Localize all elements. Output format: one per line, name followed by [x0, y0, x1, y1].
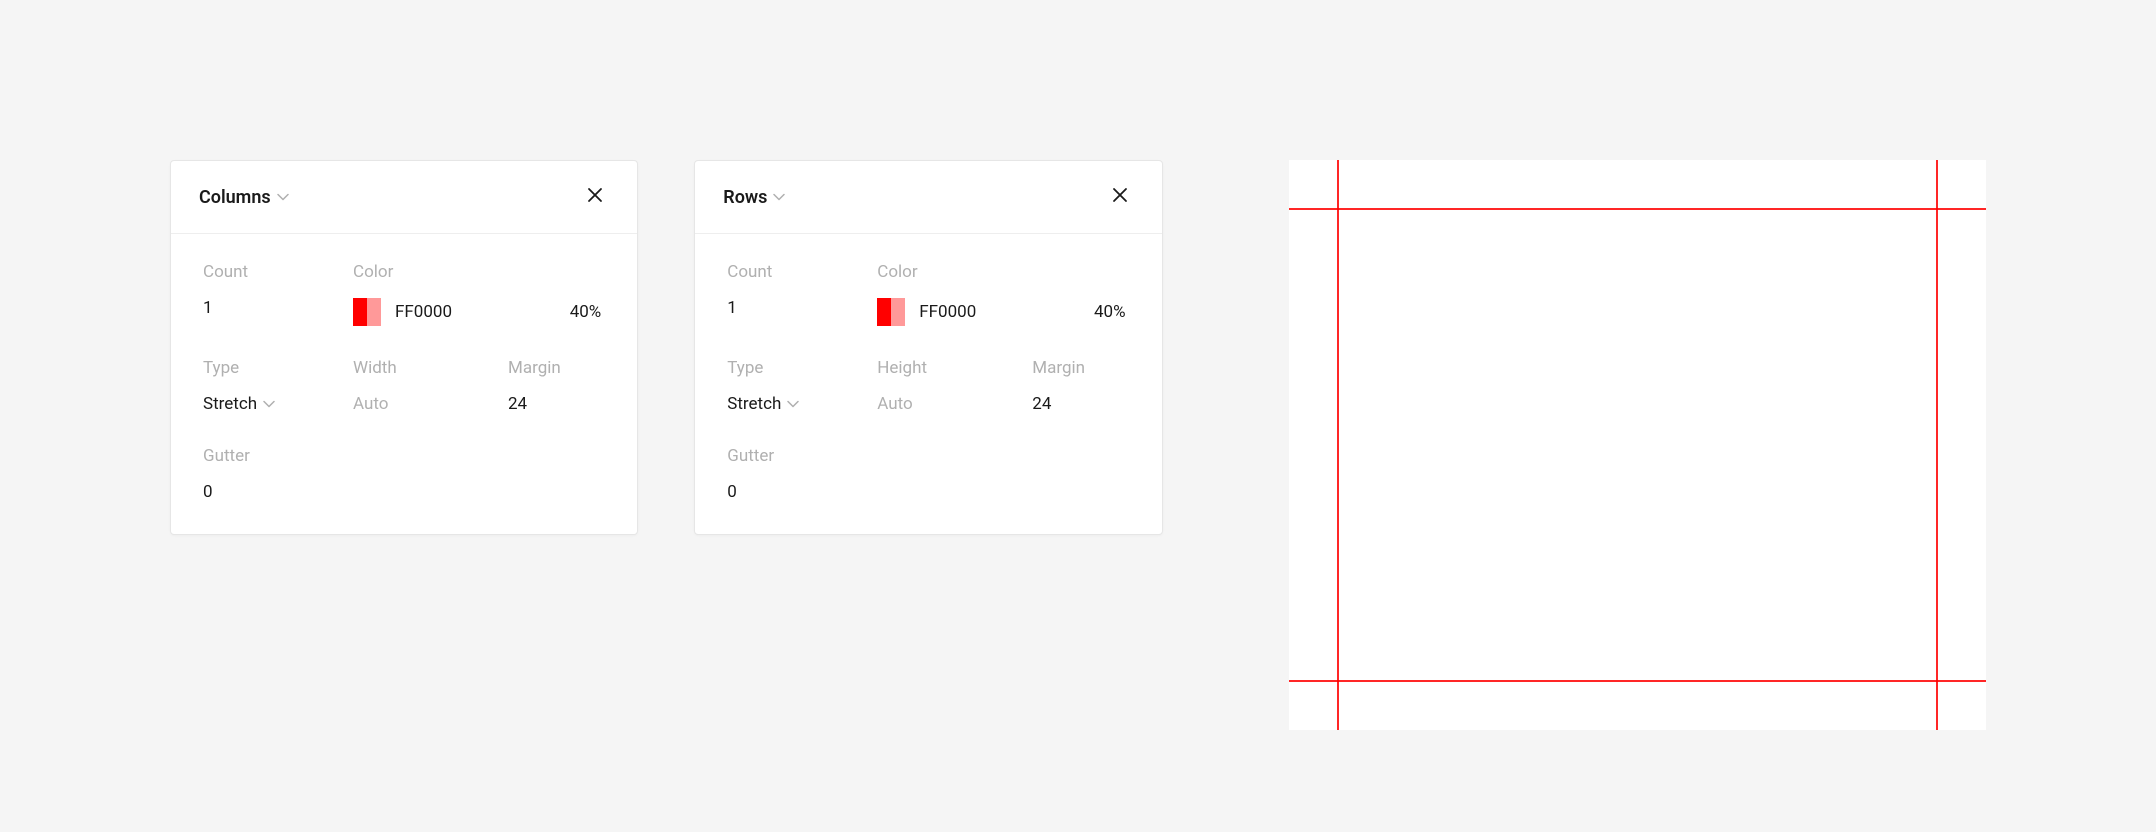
gutter-label: Gutter: [203, 446, 353, 466]
width-input[interactable]: Auto: [353, 394, 508, 414]
close-icon: [1110, 185, 1130, 209]
chevron-down-icon: [773, 191, 785, 203]
color-swatch[interactable]: [877, 298, 905, 326]
width-label: Width: [353, 358, 508, 378]
gutter-input[interactable]: 0: [203, 482, 353, 502]
chevron-down-icon: [787, 398, 799, 410]
chevron-down-icon: [277, 191, 289, 203]
rows-panel: Rows Count 1 Color: [694, 160, 1162, 535]
close-icon: [585, 185, 605, 209]
grid-line-right: [1936, 160, 1938, 730]
height-label: Height: [877, 358, 1032, 378]
close-button[interactable]: [1106, 181, 1134, 213]
type-dropdown[interactable]: Stretch: [727, 394, 877, 414]
margin-input[interactable]: 24: [1032, 394, 1129, 414]
color-hex-input[interactable]: FF0000: [395, 302, 452, 322]
gutter-label: Gutter: [727, 446, 877, 466]
margin-label: Margin: [508, 358, 605, 378]
margin-label: Margin: [1032, 358, 1129, 378]
count-label: Count: [727, 262, 877, 282]
columns-panel: Columns Count 1 Color: [170, 160, 638, 535]
rows-title-dropdown[interactable]: Rows: [723, 187, 785, 208]
grid-line-left: [1337, 160, 1339, 730]
layout-grid-preview: [1289, 160, 1986, 730]
grid-line-bottom: [1289, 680, 1986, 682]
type-label: Type: [727, 358, 877, 378]
color-opacity-input[interactable]: 40%: [570, 302, 606, 322]
margin-input[interactable]: 24: [508, 394, 605, 414]
gutter-input[interactable]: 0: [727, 482, 877, 502]
color-hex-input[interactable]: FF0000: [919, 302, 976, 322]
panel-title: Columns: [199, 187, 271, 208]
color-label: Color: [353, 262, 605, 282]
count-input[interactable]: 1: [727, 298, 877, 318]
type-label: Type: [203, 358, 353, 378]
count-label: Count: [203, 262, 353, 282]
grid-line-top: [1289, 208, 1986, 210]
panel-title: Rows: [723, 187, 767, 208]
color-swatch[interactable]: [353, 298, 381, 326]
close-button[interactable]: [581, 181, 609, 213]
color-opacity-input[interactable]: 40%: [1094, 302, 1130, 322]
count-input[interactable]: 1: [203, 298, 353, 318]
height-input[interactable]: Auto: [877, 394, 1032, 414]
type-value: Stretch: [727, 394, 781, 414]
type-value: Stretch: [203, 394, 257, 414]
color-label: Color: [877, 262, 1129, 282]
columns-title-dropdown[interactable]: Columns: [199, 187, 289, 208]
type-dropdown[interactable]: Stretch: [203, 394, 353, 414]
chevron-down-icon: [263, 398, 275, 410]
